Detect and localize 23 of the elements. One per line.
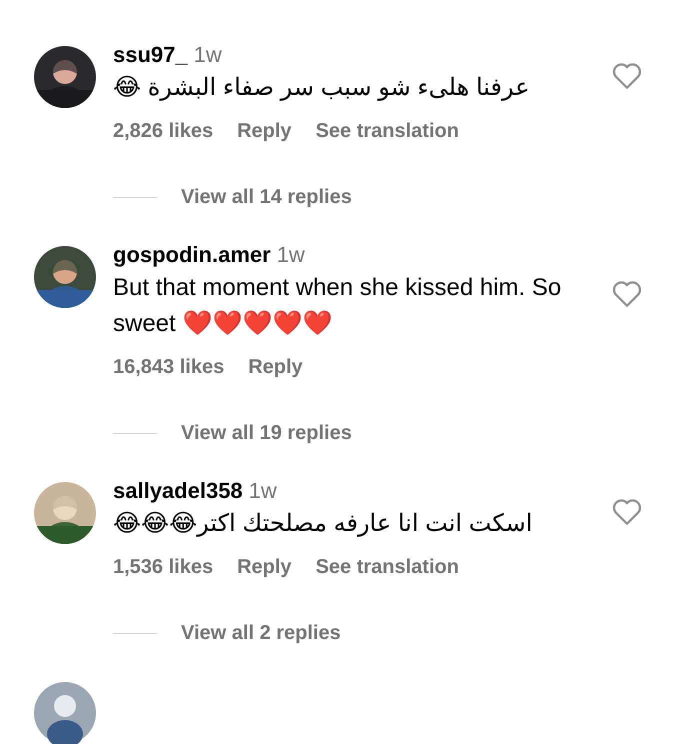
username-link[interactable]: sallyadel358 xyxy=(113,476,243,506)
username-link[interactable]: ssu97_ xyxy=(113,40,188,70)
comment-action-link[interactable]: Reply xyxy=(237,118,292,144)
like-count[interactable]: 2,826 likes xyxy=(113,118,214,144)
view-replies-link[interactable]: View all 19 replies xyxy=(181,420,352,446)
view-replies-link[interactable]: View all 14 replies xyxy=(181,184,352,210)
comment-text: عرفنا هلىء شو سبب سر صفاء البشرة 😂 xyxy=(113,73,531,103)
comment-time: 1w xyxy=(194,41,222,69)
comment-action-link[interactable]: Reply xyxy=(248,354,303,380)
comment-time: 1w xyxy=(248,477,277,505)
comment-text: اسكت انت انا عارفه مصلحتك اكتر😂😂😂 xyxy=(113,509,534,539)
comment-time: 1w xyxy=(276,241,305,269)
comment-action-link[interactable]: See translation xyxy=(316,554,459,580)
heart-icon[interactable] xyxy=(612,62,642,90)
view-replies-link[interactable]: View all 2 replies xyxy=(181,620,341,646)
comment-action-link[interactable]: Reply xyxy=(237,554,292,580)
heart-icon[interactable] xyxy=(612,280,642,308)
heart-icon[interactable] xyxy=(612,498,642,526)
like-count[interactable]: 1,536 likes xyxy=(113,554,214,580)
comment-action-link[interactable]: See translation xyxy=(316,118,459,144)
like-count[interactable]: 16,843 likes xyxy=(113,354,224,380)
username-link[interactable]: gospodin.amer xyxy=(113,240,271,270)
comment-text: But that moment when she kissed him. So sweet ❤❤❤❤❤ xyxy=(113,273,562,339)
